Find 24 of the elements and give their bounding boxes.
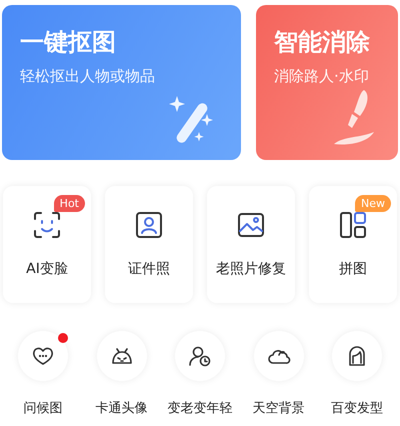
banner-title: 智能消除 <box>274 27 371 57</box>
tool-card[interactable]: Hot AI变脸 <box>3 186 91 303</box>
collage-icon <box>338 210 368 240</box>
image-icon <box>236 210 266 240</box>
tool-card[interactable]: 证件照 <box>105 186 193 303</box>
tool-card[interactable]: New 拼图 <box>309 186 397 303</box>
feature-label: 百变发型 <box>331 400 383 417</box>
id-photo-icon <box>134 210 164 240</box>
tool-label: AI变脸 <box>26 260 68 278</box>
tool-badge: New <box>355 195 391 212</box>
banner-subtitle: 消除路人·水印 <box>274 67 370 86</box>
tool-badge: Hot <box>54 195 85 212</box>
person-clock-icon <box>188 344 212 368</box>
tool-card[interactable]: 老照片修复 <box>207 186 295 303</box>
feature-label: 天空背景 <box>252 400 304 417</box>
banner-subtitle: 轻松抠出人物或物品 <box>20 67 156 86</box>
feature-label: 变老变年轻 <box>168 400 232 417</box>
tool-label: 拼图 <box>339 260 367 278</box>
face-scan-icon <box>32 210 62 240</box>
tool-label: 老照片修复 <box>216 260 286 278</box>
feature-label: 问候图 <box>24 400 62 417</box>
banner-title: 一键抠图 <box>20 27 117 57</box>
feature-label: 卡通头像 <box>96 400 148 417</box>
tool-label: 证件照 <box>128 260 170 278</box>
